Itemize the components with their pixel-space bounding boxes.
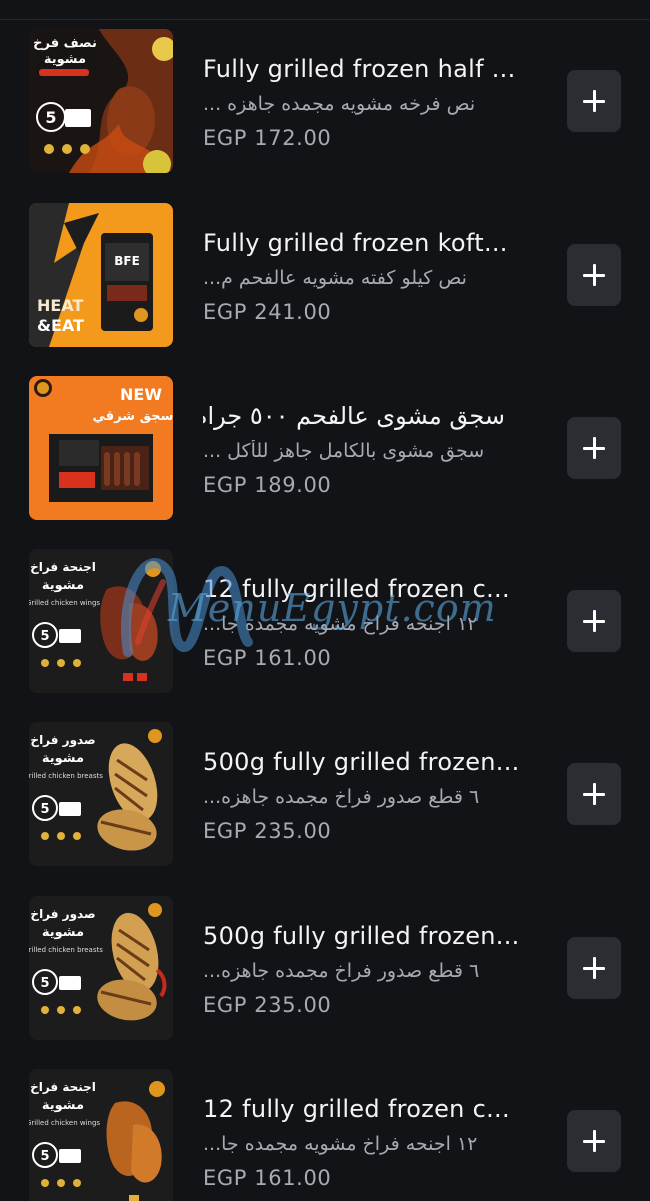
product-image: اجنحة فراخ مشوية Grilled chicken wings 5 (29, 1069, 173, 1201)
svg-text:5: 5 (40, 629, 49, 644)
item-name: Fully grilled frozen half ... (203, 55, 516, 83)
svg-text:اجنحة فراخ: اجنحة فراخ (30, 560, 96, 574)
menu-item-half-chicken[interactable]: نصف فرخ مشوية 5 Fully grilled frozen hal… (0, 29, 650, 179)
item-price: EGP 189.00 (203, 473, 332, 497)
item-description: ٦ قطع صدور فراخ مجمده جاهزه... (203, 960, 480, 982)
plus-icon (583, 90, 605, 112)
add-to-cart-button[interactable] (567, 70, 621, 132)
product-image: نصف فرخ مشوية 5 (29, 29, 173, 173)
svg-text:5: 5 (40, 976, 49, 991)
item-description: ٦ قطع صدور فراخ مجمده جاهزه... (203, 786, 480, 808)
menu-item-chicken-breasts[interactable]: صدور فراخ مشوية Grilled chicken breasts … (0, 722, 650, 872)
add-to-cart-button[interactable] (567, 763, 621, 825)
svg-text:اجنحة فراخ: اجنحة فراخ (30, 1080, 96, 1094)
svg-text:Grilled chicken wings: Grilled chicken wings (29, 599, 100, 607)
item-price: EGP 235.00 (203, 993, 332, 1017)
plus-icon (583, 437, 605, 459)
add-to-cart-button[interactable] (567, 590, 621, 652)
svg-text:HEAT: HEAT (37, 296, 83, 315)
item-price: EGP 235.00 (203, 819, 332, 843)
item-name: Fully grilled frozen koft... (203, 229, 508, 257)
menu-item-wings[interactable]: اجنحة فراخ مشوية Grilled chicken wings 5… (0, 549, 650, 699)
svg-text:5: 5 (40, 802, 49, 817)
svg-text:صدور فراخ: صدور فراخ (30, 733, 95, 748)
add-to-cart-button[interactable] (567, 937, 621, 999)
plus-icon (583, 957, 605, 979)
svg-text:BFE: BFE (114, 254, 140, 268)
item-description: ١٢ اجنحه فراخ مشويه مجمده جا... (203, 1133, 478, 1155)
svg-text:Grilled chicken breasts: Grilled chicken breasts (29, 946, 103, 954)
plus-icon (583, 1130, 605, 1152)
item-description: نص كيلو كفته مشويه عالفحم م... (203, 267, 467, 289)
item-price: EGP 172.00 (203, 126, 332, 150)
menu-item-sausage[interactable]: NEW سجق شرقي سجق مشوى عالفحم ٥٠٠ جرام سج… (0, 376, 650, 526)
svg-text:5: 5 (45, 108, 56, 127)
svg-text:سجق شرقي: سجق شرقي (93, 409, 173, 424)
item-name: 12 fully grilled frozen c... (203, 1095, 510, 1123)
product-image: BFE HEAT &EAT (29, 203, 173, 347)
plus-icon (583, 783, 605, 805)
svg-text:مشوية: مشوية (42, 1098, 84, 1113)
item-price: EGP 161.00 (203, 646, 332, 670)
svg-text:صدور فراخ: صدور فراخ (30, 907, 95, 922)
plus-icon (583, 610, 605, 632)
menu-item-chicken-breasts-2[interactable]: صدور فراخ مشوية Grilled chicken breasts … (0, 896, 650, 1046)
item-description: نص فرخه مشويه مجمده جاهزه ... (203, 93, 476, 115)
item-description: ١٢ اجنحه فراخ مشويه مجمده جا... (203, 613, 478, 635)
add-to-cart-button[interactable] (567, 417, 621, 479)
menu-list-page: نصف فرخ مشوية 5 Fully grilled frozen hal… (0, 0, 650, 1201)
item-description: سجق مشوى بالكامل جاهز للأكل ... (203, 440, 485, 462)
product-image: NEW سجق شرقي (29, 376, 173, 520)
menu-item-wings-2[interactable]: اجنحة فراخ مشوية Grilled chicken wings 5… (0, 1069, 650, 1201)
svg-text:Grilled chicken wings: Grilled chicken wings (29, 1119, 100, 1127)
svg-text:NEW: NEW (120, 385, 162, 404)
plus-icon (583, 264, 605, 286)
svg-text:Grilled chicken breasts: Grilled chicken breasts (29, 772, 103, 780)
svg-text:مشوية: مشوية (44, 52, 86, 67)
item-name: 500g fully grilled frozen... (203, 748, 520, 776)
add-to-cart-button[interactable] (567, 244, 621, 306)
item-price: EGP 241.00 (203, 300, 332, 324)
svg-text:مشوية: مشوية (42, 925, 84, 940)
item-price: EGP 161.00 (203, 1166, 332, 1190)
menu-item-kofta[interactable]: BFE HEAT &EAT Fully grilled frozen koft.… (0, 203, 650, 353)
divider (0, 19, 650, 20)
item-name: 12 fully grilled frozen c... (203, 575, 510, 603)
product-image: اجنحة فراخ مشوية Grilled chicken wings 5 (29, 549, 173, 693)
product-image: صدور فراخ مشوية Grilled chicken breasts … (29, 722, 173, 866)
product-image: صدور فراخ مشوية Grilled chicken breasts … (29, 896, 173, 1040)
svg-text:نصف فرخ: نصف فرخ (33, 36, 97, 51)
add-to-cart-button[interactable] (567, 1110, 621, 1172)
item-name: سجق مشوى عالفحم ٥٠٠ جرام (203, 402, 505, 430)
svg-text:&EAT: &EAT (37, 316, 84, 335)
item-name: 500g fully grilled frozen... (203, 922, 520, 950)
svg-text:مشوية: مشوية (42, 578, 84, 593)
svg-text:5: 5 (40, 1149, 49, 1164)
svg-text:مشوية: مشوية (42, 751, 84, 766)
